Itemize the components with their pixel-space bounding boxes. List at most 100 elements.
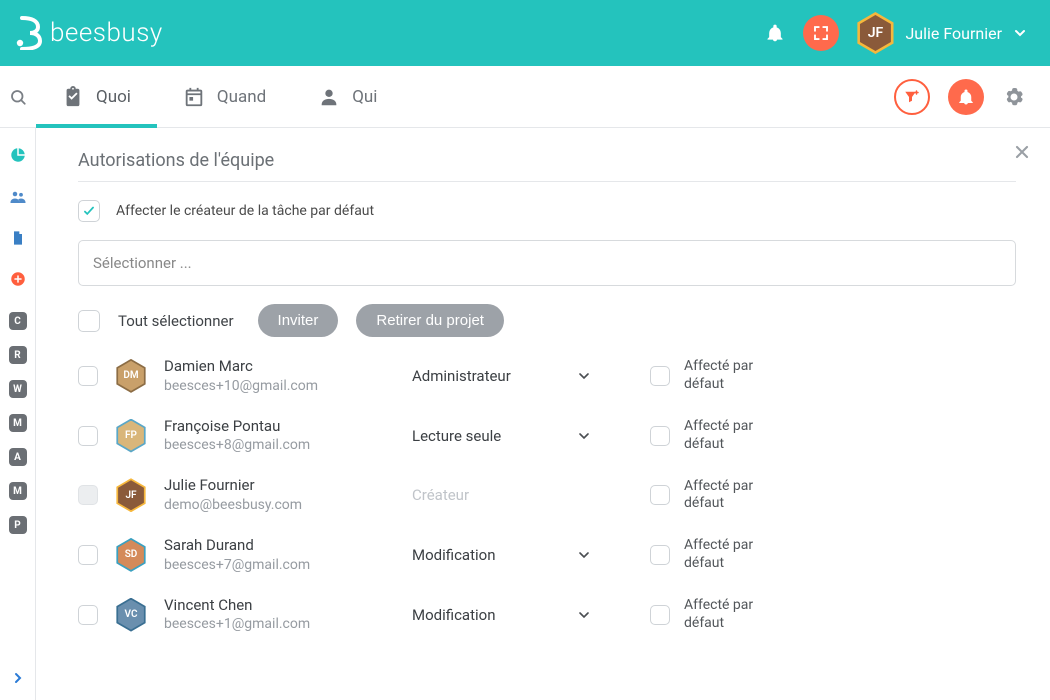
remove-button[interactable]: Retirer du projet: [356, 304, 504, 337]
default-assign-checkbox[interactable]: [78, 200, 100, 222]
member-select-checkbox: [78, 485, 98, 505]
plus-circle-icon: [9, 270, 27, 288]
member-role-select: Créateur: [412, 486, 592, 504]
member-email: demo@beesbusy.com: [164, 496, 394, 514]
member-row: FPFrançoise Pontaubeesces+8@gmail.comLec…: [78, 417, 1016, 455]
rail-project-badge[interactable]: M: [9, 414, 27, 432]
member-assign-checkbox[interactable]: [650, 605, 670, 625]
rail-project-badge[interactable]: R: [9, 346, 27, 364]
chevron-right-icon: [10, 670, 26, 686]
members-list: DM Damien Marcbeesces+10@gmail.com Adminis…: [78, 357, 1016, 633]
member-avatar: FP: [116, 421, 146, 451]
chevron-down-icon: [1012, 25, 1028, 41]
member-email: beesces+10@gmail.com: [164, 377, 394, 395]
invite-button[interactable]: Inviter: [258, 304, 339, 337]
settings-button[interactable]: [1002, 85, 1026, 109]
user-avatar[interactable]: JF: [857, 15, 893, 51]
member-select-checkbox[interactable]: [78, 366, 98, 386]
select-all-label: Tout sélectionner: [118, 312, 234, 330]
member-assign-checkbox[interactable]: [650, 545, 670, 565]
member-assign-default: Affecté par défaut: [650, 358, 774, 393]
member-assign-checkbox[interactable]: [650, 366, 670, 386]
rail-team[interactable]: [0, 188, 35, 206]
member-name: Vincent Chen: [164, 596, 394, 616]
member-assign-checkbox[interactable]: [650, 485, 670, 505]
member-email: beesces+7@gmail.com: [164, 556, 394, 574]
rail-expand[interactable]: [10, 670, 26, 700]
funnel-plus-icon: [903, 88, 921, 106]
rail-project-badge[interactable]: C: [9, 312, 27, 330]
document-icon: [10, 230, 26, 246]
member-row: DM Damien Marcbeesces+10@gmail.com Adminis…: [78, 357, 1016, 395]
pie-chart-icon: [9, 146, 27, 164]
rail-docs[interactable]: [0, 230, 35, 246]
select-all-checkbox[interactable]: [78, 310, 100, 332]
tab-quoi[interactable]: Quoi: [36, 66, 157, 127]
notifications-bell-icon[interactable]: [757, 15, 793, 51]
action-icons: [894, 66, 1050, 127]
alerts-button[interactable]: [948, 79, 984, 115]
member-email: beesces+1@gmail.com: [164, 615, 394, 633]
rail-dashboard[interactable]: [0, 146, 35, 164]
member-avatar: JF: [116, 480, 146, 510]
member-name: Julie Fournier: [164, 476, 394, 496]
rail-project-badge[interactable]: M: [9, 482, 27, 500]
member-assign-default: Affecté par défaut: [650, 418, 774, 453]
member-role-select[interactable]: Modification: [412, 606, 592, 624]
member-assign-checkbox[interactable]: [650, 426, 670, 446]
chevron-down-icon: [576, 547, 592, 563]
member-avatar: VC: [116, 600, 146, 630]
clipboard-check-icon: [62, 86, 84, 108]
member-role-select[interactable]: Modification: [412, 546, 592, 564]
fullscreen-button[interactable]: [803, 15, 839, 51]
member-name: Damien Marc: [164, 357, 394, 377]
member-info: Damien Marcbeesces+10@gmail.com: [164, 357, 394, 395]
user-name: Julie Fournier: [905, 24, 1002, 43]
member-name: Sarah Durand: [164, 536, 394, 556]
rail-add[interactable]: [0, 270, 35, 288]
sub-bar: Quoi Quand Qui: [0, 66, 1050, 128]
rail-project-badge[interactable]: A: [9, 448, 27, 466]
member-role-label: Administrateur: [412, 367, 511, 385]
member-role-select[interactable]: Administrateur: [412, 367, 592, 385]
check-icon: [82, 204, 96, 218]
member-role-label: Modification: [412, 606, 495, 624]
calendar-icon: [183, 86, 205, 108]
view-tabs: Quoi Quand Qui: [36, 66, 403, 127]
member-assign-default: Affecté par défaut: [650, 537, 774, 572]
fullscreen-icon: [812, 24, 830, 42]
member-info: Julie Fournierdemo@beesbusy.com: [164, 476, 394, 514]
add-filter-button[interactable]: [894, 79, 930, 115]
person-icon: [318, 86, 340, 108]
member-role-label: Lecture seule: [412, 427, 501, 445]
top-bar: beesbusy JF Julie Fournier: [0, 0, 1050, 66]
bell-icon: [957, 88, 975, 106]
tab-quand-label: Quand: [217, 87, 266, 107]
rail-project-badge[interactable]: W: [9, 380, 27, 398]
panel-close-button[interactable]: [1012, 142, 1032, 162]
member-select-checkbox[interactable]: [78, 605, 98, 625]
tab-quand[interactable]: Quand: [157, 66, 292, 127]
member-row: VC Vincent Chenbeesces+1@gmail.com Modific…: [78, 596, 1016, 634]
user-menu-toggle[interactable]: [1012, 25, 1028, 41]
member-assign-label: Affecté par défaut: [684, 537, 774, 572]
member-name: Françoise Pontau: [164, 417, 394, 437]
member-select-checkbox[interactable]: [78, 545, 98, 565]
member-row: JF Julie Fournierdemo@beesbusy.com Créateu…: [78, 476, 1016, 514]
member-select-input[interactable]: Sélectionner ...: [78, 240, 1016, 286]
tab-qui[interactable]: Qui: [292, 66, 403, 127]
member-assign-label: Affecté par défaut: [684, 358, 774, 393]
brand-logo[interactable]: beesbusy: [14, 16, 163, 50]
member-role-select[interactable]: Lecture seule: [412, 427, 592, 445]
rail-project-badge[interactable]: P: [9, 516, 27, 534]
member-avatar: DM: [116, 361, 146, 391]
member-role-label: Créateur: [412, 486, 469, 504]
member-select-placeholder: Sélectionner ...: [93, 254, 192, 272]
search-button[interactable]: [0, 66, 36, 127]
chevron-down-icon: [576, 368, 592, 384]
member-select-checkbox[interactable]: [78, 426, 98, 446]
tab-quoi-label: Quoi: [96, 87, 131, 107]
chevron-down-icon: [576, 428, 592, 444]
gear-icon: [1002, 85, 1026, 109]
member-assign-default: Affecté par défaut: [650, 597, 774, 632]
